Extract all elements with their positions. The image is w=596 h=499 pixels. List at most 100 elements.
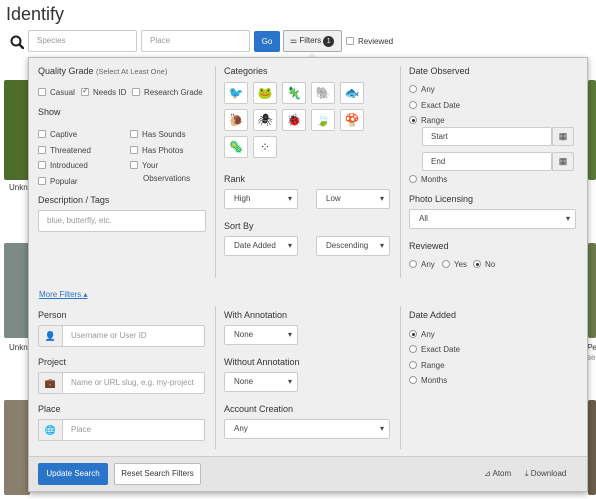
- person-heading: Person: [38, 310, 67, 320]
- with-annotation-select[interactable]: None: [224, 325, 298, 345]
- reset-search-filters-button[interactable]: Reset Search Filters: [114, 463, 201, 485]
- calendar-icon[interactable]: ▦: [552, 127, 574, 146]
- more-filters-link[interactable]: More Filters ▴: [39, 290, 87, 299]
- research-grade-checkbox[interactable]: Research Grade: [132, 88, 203, 97]
- observation-photo[interactable]: [4, 243, 30, 338]
- place-heading: Place: [38, 404, 61, 414]
- category-mollusk-icon[interactable]: 🐌: [224, 109, 248, 131]
- has-photos-checkbox[interactable]: Has Photos: [130, 146, 183, 155]
- category-unknown-icon[interactable]: ⁘: [253, 136, 277, 158]
- category-amphibian-icon[interactable]: 🐸: [253, 82, 277, 104]
- rank-high-select[interactable]: High: [224, 189, 298, 209]
- sort-field-select[interactable]: Date Added: [224, 236, 298, 256]
- popular-checkbox[interactable]: Popular: [38, 177, 78, 186]
- species-input[interactable]: Species: [28, 30, 137, 52]
- place-filter-input[interactable]: Place: [62, 419, 205, 441]
- calendar-icon[interactable]: ▦: [552, 152, 574, 171]
- start-date-input[interactable]: Start: [422, 127, 552, 146]
- briefcase-icon: 💼: [38, 372, 63, 394]
- quality-grade-heading: Quality Grade (Select At Least One): [38, 66, 168, 76]
- with-annotation-heading: With Annotation: [224, 310, 288, 320]
- photo-licensing-heading: Photo Licensing: [409, 194, 474, 204]
- your-observations-label: Observations: [143, 174, 191, 183]
- end-date-input[interactable]: End: [422, 152, 552, 171]
- quality-grade-hint: (Select At Least One): [96, 67, 168, 76]
- column-divider: [215, 66, 216, 278]
- sort-by-heading: Sort By: [224, 221, 254, 231]
- sort-order-select[interactable]: Descending: [316, 236, 390, 256]
- categories-heading: Categories: [224, 66, 268, 76]
- date-added-range-radio[interactable]: Range: [409, 361, 445, 370]
- rank-low-select[interactable]: Low: [316, 189, 390, 209]
- filters-count-badge: 1: [323, 36, 335, 47]
- category-reptile-icon[interactable]: 🦎: [282, 82, 306, 104]
- date-observed-range-radio[interactable]: Range: [409, 116, 445, 125]
- without-annotation-select[interactable]: None: [224, 372, 298, 392]
- date-observed-any-radio[interactable]: Any: [409, 85, 435, 94]
- column-divider: [400, 66, 401, 278]
- filters-footer: Update Search Reset Search Filters ⊿ Ato…: [29, 456, 587, 491]
- account-creation-select[interactable]: Any: [224, 419, 390, 439]
- download-icon: ⤓: [525, 469, 529, 478]
- reviewed-yes-radio[interactable]: Yes: [442, 260, 467, 269]
- date-observed-exact-radio[interactable]: Exact Date: [409, 101, 460, 110]
- place-input[interactable]: Place: [141, 30, 250, 52]
- observation-label: Per: [587, 343, 596, 352]
- observation-photo[interactable]: [588, 80, 596, 180]
- reviewed-toggle[interactable]: Reviewed: [346, 37, 393, 46]
- project-heading: Project: [38, 357, 67, 367]
- photo-licensing-select[interactable]: All: [409, 209, 576, 229]
- account-creation-heading: Account Creation: [224, 404, 294, 414]
- reviewed-any-radio[interactable]: Any: [409, 260, 435, 269]
- observation-photo[interactable]: [588, 400, 596, 495]
- observation-photo[interactable]: [4, 80, 30, 180]
- date-added-months-radio[interactable]: Months: [409, 376, 447, 385]
- search-icon: [10, 35, 24, 49]
- your-observations-checkbox[interactable]: Your: [130, 161, 158, 170]
- person-input[interactable]: Username or User ID: [62, 325, 205, 347]
- update-search-button[interactable]: Update Search: [38, 463, 108, 485]
- description-input[interactable]: blue, butterfly, etc.: [38, 210, 206, 232]
- reviewed-checkbox[interactable]: [346, 37, 354, 45]
- category-arachnid-icon[interactable]: 🕷: [253, 109, 277, 131]
- sliders-icon: ⚌: [290, 36, 298, 45]
- date-added-any-radio[interactable]: Any: [409, 330, 435, 339]
- observation-label: Unkn: [9, 183, 28, 192]
- introduced-checkbox[interactable]: Introduced: [38, 161, 88, 170]
- casual-checkbox[interactable]: Casual: [38, 88, 75, 97]
- observation-photo[interactable]: [4, 400, 30, 495]
- reviewed-no-radio[interactable]: No: [473, 260, 495, 269]
- category-bird-icon[interactable]: 🐦: [224, 82, 248, 104]
- category-fungus-icon[interactable]: 🍄: [340, 109, 364, 131]
- date-observed-months-radio[interactable]: Months: [409, 175, 447, 184]
- has-sounds-checkbox[interactable]: Has Sounds: [130, 130, 186, 139]
- without-annotation-heading: Without Annotation: [224, 357, 300, 367]
- category-protozoa-icon[interactable]: 🦠: [224, 136, 248, 158]
- category-mammal-icon[interactable]: 🐘: [311, 82, 335, 104]
- category-insect-icon[interactable]: 🐞: [282, 109, 306, 131]
- needs-id-checkbox[interactable]: Needs ID: [81, 86, 126, 97]
- rss-icon: ⊿: [484, 469, 491, 478]
- rank-heading: Rank: [224, 174, 246, 184]
- filters-panel: Quality Grade (Select At Least One) Casu…: [28, 57, 588, 492]
- show-heading: Show: [38, 107, 61, 117]
- page-title: Identify: [6, 4, 65, 24]
- observation-label: ses: [587, 353, 596, 362]
- column-divider: [400, 306, 401, 449]
- go-button[interactable]: Go: [254, 31, 280, 52]
- atom-link[interactable]: ⊿ Atom: [484, 469, 511, 478]
- column-divider: [215, 306, 216, 449]
- category-fish-icon[interactable]: 🐟: [340, 82, 364, 104]
- date-added-heading: Date Added: [409, 310, 457, 320]
- observation-photo[interactable]: [588, 243, 596, 338]
- date-added-exact-radio[interactable]: Exact Date: [409, 345, 460, 354]
- globe-icon: 🌐: [38, 419, 63, 441]
- category-plant-icon[interactable]: 🍃: [311, 109, 335, 131]
- person-icon: 👤: [38, 325, 63, 347]
- download-link[interactable]: ⤓ Download: [525, 469, 566, 479]
- captive-checkbox[interactable]: Captive: [38, 130, 77, 139]
- filters-button[interactable]: ⚌ Filters 1: [283, 30, 342, 52]
- project-input[interactable]: Name or URL slug, e.g. my-project: [62, 372, 205, 394]
- threatened-checkbox[interactable]: Threatened: [38, 146, 91, 155]
- observation-label: Unkn: [9, 343, 28, 352]
